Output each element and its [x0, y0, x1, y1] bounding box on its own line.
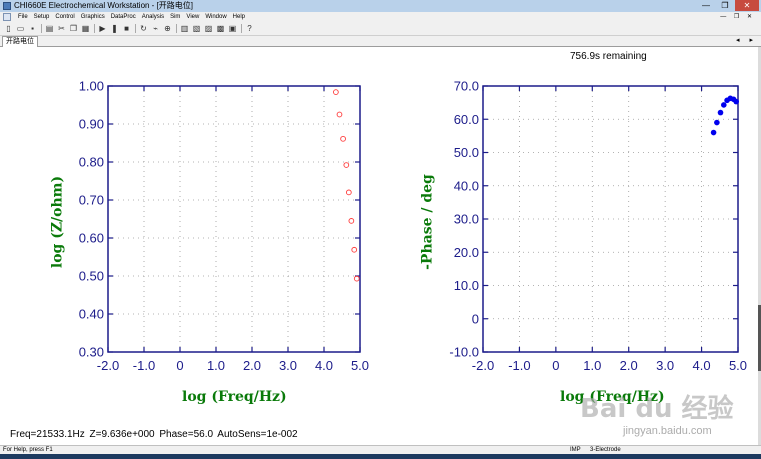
menu-item-window[interactable]: Window — [205, 12, 226, 22]
menu-bar: File Setup Control Graphics DataProc Analysis… — [0, 12, 761, 22]
baidu-watermark-url: jingyan.baidu.com — [623, 425, 712, 437]
document-icon — [3, 13, 11, 21]
close-button[interactable]: ✕ — [735, 0, 759, 11]
menu-item-analysis[interactable]: Analysis — [142, 12, 164, 22]
menu-item-file[interactable]: File — [18, 12, 28, 22]
minimize-button[interactable]: — — [697, 0, 715, 11]
toolbar-separator — [241, 24, 242, 33]
save-icon[interactable]: ▪ — [28, 24, 37, 33]
window-controls: — ❐ ✕ — [697, 0, 759, 12]
add-icon[interactable]: ▨ — [204, 24, 213, 33]
tab-open-circuit-potential[interactable]: 开路电位 — [2, 36, 38, 47]
child-window-controls[interactable]: — ❐ ✕ — [720, 12, 755, 22]
parameter-icon[interactable]: ▩ — [216, 24, 225, 33]
tab-scroll-arrows[interactable]: ◂ ▸ — [736, 36, 757, 46]
stop-icon[interactable]: ■ — [122, 24, 131, 33]
info-icon[interactable]: ▣ — [228, 24, 237, 33]
menu-items: File Setup Control Graphics DataProc Analysis… — [18, 12, 245, 22]
zoom-icon[interactable]: ⊕ — [163, 24, 172, 33]
graph-icon[interactable]: ▥ — [180, 24, 189, 33]
left-y-axis-label: log (Z/ohm) — [49, 175, 66, 269]
baidu-watermark-logo: Bai du 经验 — [580, 394, 734, 424]
window-title: CHI660E Electrochemical Workstation - [开… — [14, 1, 194, 10]
toolbar-separator — [135, 24, 136, 33]
print-icon[interactable]: ▤ — [45, 24, 54, 33]
open-icon[interactable]: ▭ — [16, 24, 25, 33]
help-pointer-icon[interactable]: ? — [245, 24, 254, 33]
toolbar: ▯ ▭ ▪ ▤ ✂ ❐ ▦ ▶ ❚ ■ ↻ ⌁ ⊕ ▥ ▧ ▨ ▩ ▣? — [0, 22, 761, 36]
remaining-time: 756.9s remaining — [570, 51, 647, 62]
paste-icon[interactable]: ▦ — [81, 24, 90, 33]
taskbar — [0, 454, 761, 459]
menu-item-dataproc[interactable]: DataProc — [111, 12, 136, 22]
plot-area — [0, 47, 758, 445]
pause-icon[interactable]: ❚ — [110, 24, 119, 33]
overlay-icon[interactable]: ▧ — [192, 24, 201, 33]
run-icon[interactable]: ▶ — [98, 24, 107, 33]
new-icon[interactable]: ▯ — [4, 24, 13, 33]
left-x-axis-label: log (Freq/Hz) — [182, 389, 287, 405]
menu-item-view[interactable]: View — [186, 12, 199, 22]
copy-icon[interactable]: ❐ — [69, 24, 78, 33]
measurement-info: Freq=21533.1Hz Z=9.636e+000 Phase=56.0 A… — [10, 429, 298, 440]
maximize-button[interactable]: ❐ — [716, 0, 734, 11]
menu-item-graphics[interactable]: Graphics — [81, 12, 105, 22]
app-icon — [3, 2, 11, 10]
filter-icon[interactable]: ⌁ — [151, 24, 160, 33]
menu-item-control[interactable]: Control — [55, 12, 74, 22]
reverse-icon[interactable]: ↻ — [139, 24, 148, 33]
menu-item-help[interactable]: Help — [233, 12, 245, 22]
right-y-axis-label: -Phase / deg — [419, 174, 436, 270]
menu-item-sim[interactable]: Sim — [170, 12, 180, 22]
toolbar-separator — [176, 24, 177, 33]
cut-icon[interactable]: ✂ — [57, 24, 66, 33]
menu-item-setup[interactable]: Setup — [34, 12, 50, 22]
tab-bar: 开路电位 ◂ ▸ — [0, 36, 761, 47]
toolbar-separator — [94, 24, 95, 33]
toolbar-separator — [41, 24, 42, 33]
